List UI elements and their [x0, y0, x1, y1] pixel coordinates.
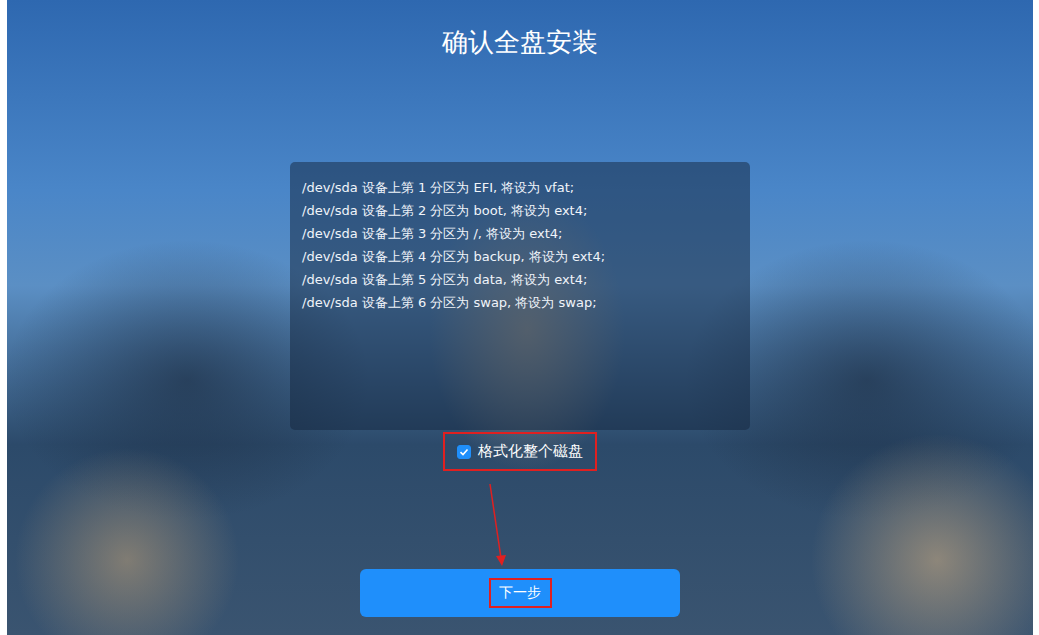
- installer-window: 确认全盘安装/dev/sda 设备上第 1 分区为 EFI, 将设为 vfat;…: [0, 0, 1039, 635]
- format-disk-checkbox[interactable]: 格式化整个磁盘: [443, 432, 597, 471]
- checkbox-label: 格式化整个磁盘: [478, 442, 583, 461]
- page-title: 确认全盘安装: [442, 24, 598, 60]
- partition-line: /dev/sda 设备上第 5 分区为 data, 将设为 ext4;: [302, 268, 738, 291]
- partition-line: /dev/sda 设备上第 1 分区为 EFI, 将设为 vfat;: [302, 176, 738, 199]
- next-button-label: 下一步: [489, 578, 552, 608]
- annotation-arrow-icon: [0, 0, 1039, 635]
- checkbox-icon[interactable]: [457, 445, 471, 459]
- partition-line: /dev/sda 设备上第 2 分区为 boot, 将设为 ext4;: [302, 199, 738, 222]
- install-confirm-page: 确认全盘安装/dev/sda 设备上第 1 分区为 EFI, 将设为 vfat;…: [7, 0, 1033, 635]
- next-button[interactable]: 下一步: [360, 569, 680, 617]
- partition-line: /dev/sda 设备上第 6 分区为 swap, 将设为 swap;: [302, 291, 738, 314]
- partition-list: /dev/sda 设备上第 1 分区为 EFI, 将设为 vfat;/dev/s…: [290, 162, 750, 430]
- partition-line: /dev/sda 设备上第 4 分区为 backup, 将设为 ext4;: [302, 245, 738, 268]
- tick-icon: [459, 447, 469, 457]
- partition-line: /dev/sda 设备上第 3 分区为 /, 将设为 ext4;: [302, 222, 738, 245]
